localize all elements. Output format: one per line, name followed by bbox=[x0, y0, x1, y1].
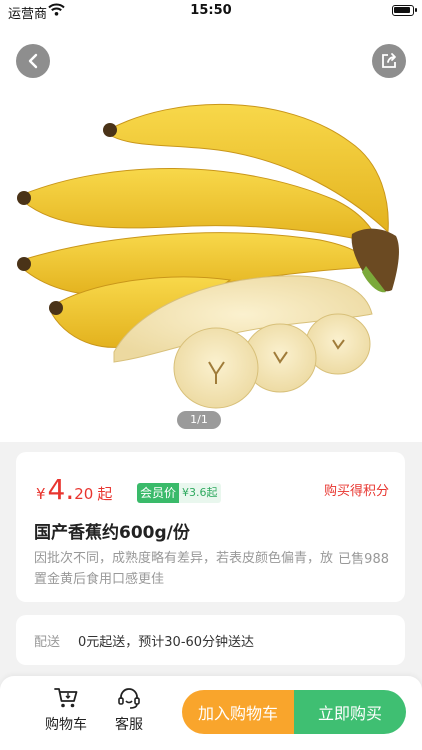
member-price-value: ¥3.6起 bbox=[179, 483, 221, 503]
back-button[interactable] bbox=[16, 44, 50, 78]
price-unit: 起 bbox=[97, 485, 113, 503]
bottom-action-bar: 购物车 客服 加入购物车 立即购买 bbox=[0, 676, 422, 750]
status-bar: 运营商 15:50 bbox=[0, 0, 422, 22]
banana-product-image bbox=[17, 103, 399, 409]
price-decimal: 20 bbox=[74, 485, 94, 503]
price-card: ¥ 4. 20 起 会员价 ¥3.6起 购买得积分 国产香蕉约600g/份 因批… bbox=[16, 452, 405, 602]
delivery-label: 配送 bbox=[34, 635, 61, 650]
service-label: 客服 bbox=[115, 717, 143, 733]
product-image-gallery[interactable]: 1/1 bbox=[0, 22, 422, 442]
member-price-tag: 会员价 ¥3.6起 bbox=[137, 483, 221, 503]
delivery-card[interactable]: 配送 0元起送，预计30-60分钟送达 bbox=[16, 615, 405, 665]
status-time: 15:50 bbox=[190, 3, 232, 18]
share-button[interactable] bbox=[372, 44, 406, 78]
customer-service-icon bbox=[118, 688, 140, 709]
cart-label: 购物车 bbox=[45, 717, 87, 733]
sold-count: 已售988 bbox=[338, 552, 389, 567]
product-title: 国产香蕉约600g/份 bbox=[34, 523, 190, 543]
page-indicator: 1/1 bbox=[177, 411, 221, 429]
cart-button[interactable]: 购物车 bbox=[38, 686, 94, 734]
share-icon bbox=[382, 53, 396, 68]
battery-icon bbox=[392, 5, 417, 16]
price-currency: ¥ bbox=[36, 485, 46, 503]
add-to-cart-button[interactable]: 加入购物车 bbox=[182, 690, 294, 734]
customer-service-button[interactable]: 客服 bbox=[101, 686, 157, 734]
member-price-label: 会员价 bbox=[137, 483, 180, 503]
price-integer: 4. bbox=[47, 473, 75, 506]
delivery-info: 0元起送，预计30-60分钟送达 bbox=[78, 635, 255, 650]
price: ¥ 4. 20 起 bbox=[36, 476, 112, 504]
buy-now-button[interactable]: 立即购买 bbox=[294, 690, 406, 734]
product-description: 因批次不同，成熟度略有差异，若表皮颜色偏青，放置金黄后食用口感更佳 bbox=[34, 551, 334, 587]
cart-icon bbox=[54, 688, 78, 708]
back-arrow-icon bbox=[28, 53, 38, 69]
points-link[interactable]: 购买得积分 bbox=[324, 480, 389, 499]
